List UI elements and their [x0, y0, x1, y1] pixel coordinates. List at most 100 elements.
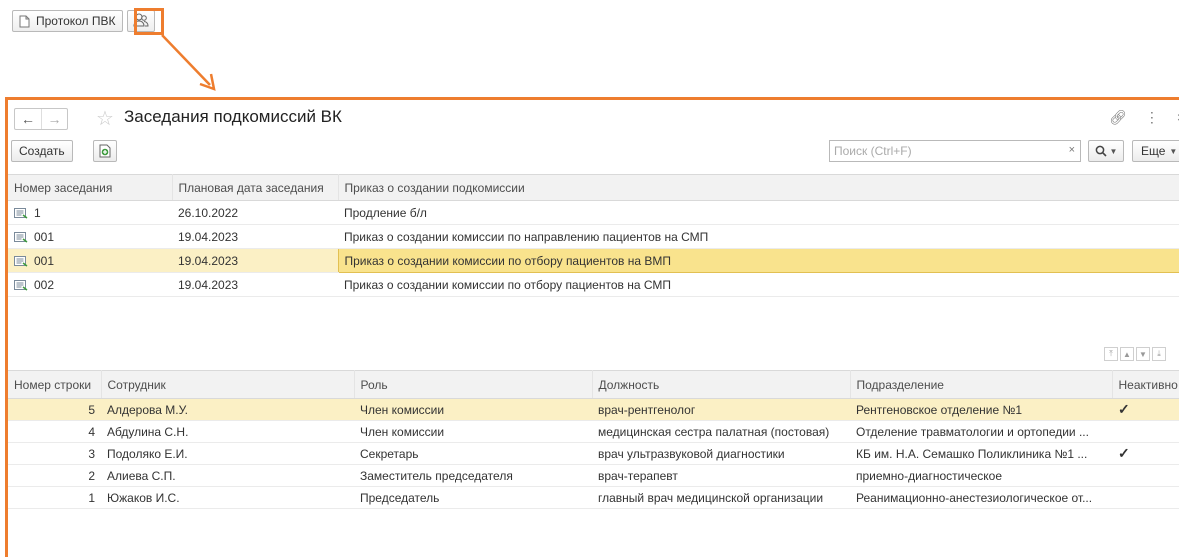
table-row[interactable]: 1 Южаков И.С. Председатель главный врач …	[8, 486, 1179, 509]
favorite-star-icon[interactable]: ☆	[96, 106, 114, 131]
line-number-cell: 2	[8, 464, 101, 487]
inactive-checkmark-icon	[1112, 420, 1179, 443]
column-header-line-number[interactable]: Номер строки	[8, 370, 102, 399]
meeting-number-cell: 001	[8, 248, 172, 273]
position-cell: главный врач медицинской организации	[592, 486, 850, 509]
more-label: Еще	[1141, 144, 1166, 158]
meeting-order-cell: Приказ о создании комиссии по отбору пац…	[338, 272, 1179, 297]
table-row[interactable]: 4 Абдулина С.Н. Член комиссии медицинска…	[8, 420, 1179, 443]
role-cell: Заместитель председателя	[354, 464, 592, 487]
meeting-date-cell: 26.10.2022	[172, 200, 338, 225]
more-button[interactable]: Еще ▼	[1132, 140, 1179, 162]
column-header-meeting-number[interactable]: Номер заседания	[8, 174, 173, 201]
document-list-icon	[14, 255, 28, 267]
role-cell: Член комиссии	[354, 420, 592, 443]
employee-cell: Абдулина С.Н.	[101, 420, 354, 443]
document-list-icon	[14, 279, 28, 291]
column-header-inactive[interactable]: Неактивно	[1112, 370, 1179, 399]
meeting-number-cell: 002	[8, 272, 172, 297]
column-header-employee[interactable]: Сотрудник	[101, 370, 355, 399]
clear-search-icon[interactable]: ×	[1069, 144, 1075, 156]
role-cell: Член комиссии	[354, 398, 592, 421]
search-icon	[1095, 145, 1107, 157]
move-to-top-icon[interactable]: ⤒	[1104, 347, 1118, 361]
position-cell: врач ультразвуковой диагностики	[592, 442, 850, 465]
line-number-cell: 5	[8, 398, 101, 421]
meeting-number-cell: 1	[8, 200, 172, 225]
meeting-order-cell: Продление б/л	[338, 200, 1179, 225]
meeting-order-cell: Приказ о создании комиссии по отбору пац…	[337, 248, 1179, 273]
document-icon	[19, 15, 30, 28]
search-button[interactable]: ▼	[1088, 140, 1124, 162]
department-cell: Рентгеновское отделение №1	[850, 398, 1112, 421]
more-chevron-icon: ▼	[1169, 146, 1178, 156]
inactive-checkmark-icon: ✓	[1112, 398, 1179, 421]
table-row[interactable]: 002 19.04.2023 Приказ о создании комисси…	[8, 272, 1179, 297]
command-bar: Создать × ▼ Еще ▼	[8, 138, 1179, 164]
table-row-selected[interactable]: 5 Алдерова М.У. Член комиссии врач-рентг…	[8, 398, 1179, 421]
move-down-icon[interactable]: ▼	[1136, 347, 1150, 361]
members-header-row: Номер строки Сотрудник Роль Должность По…	[8, 370, 1179, 399]
position-cell: врач-рентгенолог	[592, 398, 850, 421]
document-list-icon	[14, 207, 28, 219]
inactive-checkmark-icon	[1112, 486, 1179, 509]
position-cell: врач-терапевт	[592, 464, 850, 487]
inactive-checkmark-icon: ✓	[1112, 442, 1179, 465]
meeting-date-cell: 19.04.2023	[172, 248, 338, 273]
table-row[interactable]: 2 Алиева С.П. Заместитель председателя в…	[8, 464, 1179, 487]
forward-arrow-icon[interactable]: →	[41, 109, 67, 129]
meeting-date-cell: 19.04.2023	[172, 224, 338, 249]
employee-cell: Южаков И.С.	[101, 486, 354, 509]
move-up-icon[interactable]: ▲	[1120, 347, 1134, 361]
row-move-buttons: ⤒ ▲ ▼ ⤓	[1104, 347, 1166, 361]
add-document-icon	[99, 144, 111, 158]
search-field[interactable]: ×	[829, 140, 1081, 162]
search-input[interactable]	[830, 141, 1050, 161]
add-copy-button[interactable]	[93, 140, 117, 162]
kebab-menu-icon[interactable]: ⋮	[1145, 109, 1159, 126]
meeting-order-cell: Приказ о создании комиссии по направлени…	[338, 224, 1179, 249]
page-title: Заседания подкомиссий ВК	[124, 107, 342, 126]
meetings-header-row: Номер заседания Плановая дата заседания …	[8, 174, 1179, 201]
line-number-cell: 4	[8, 420, 101, 443]
column-header-position[interactable]: Должность	[592, 370, 851, 399]
department-cell: Реанимационно-анестезиологическое от...	[850, 486, 1112, 509]
highlight-frame	[134, 8, 164, 35]
role-cell: Председатель	[354, 486, 592, 509]
meeting-date-cell: 19.04.2023	[172, 272, 338, 297]
column-header-planned-date[interactable]: Плановая дата заседания	[172, 174, 339, 201]
subcommission-meetings-window: ← → ☆ Заседания подкомиссий ВК 🔗︎ ⋮ × Со…	[5, 97, 1179, 557]
table-row-selected[interactable]: 001 19.04.2023 Приказ о создании комисси…	[8, 248, 1179, 273]
create-button[interactable]: Создать	[11, 140, 73, 162]
protocol-pvk-label: Протокол ПВК	[36, 14, 116, 28]
document-list-icon	[14, 231, 28, 243]
department-cell: КБ им. Н.А. Семашко Поликлиника №1 ...	[850, 442, 1112, 465]
table-row[interactable]: 3 Подоляко Е.И. Секретарь врач ультразву…	[8, 442, 1179, 465]
chevron-down-icon: ▼	[1109, 146, 1118, 156]
navigation-buttons: ← →	[14, 108, 68, 130]
meetings-table: Номер заседания Плановая дата заседания …	[8, 174, 1179, 297]
employee-cell: Подоляко Е.И.	[101, 442, 354, 465]
table-row[interactable]: 1 26.10.2022 Продление б/л	[8, 200, 1179, 225]
title-bar: ← → ☆ Заседания подкомиссий ВК 🔗︎ ⋮ ×	[8, 100, 1179, 132]
department-cell: приемно-диагностическое	[850, 464, 1112, 487]
members-table: Номер строки Сотрудник Роль Должность По…	[8, 370, 1179, 509]
inactive-checkmark-icon	[1112, 464, 1179, 487]
column-header-order[interactable]: Приказ о создании подкомиссии	[338, 174, 1179, 201]
position-cell: медицинская сестра палатная (постовая)	[592, 420, 850, 443]
create-label: Создать	[19, 144, 65, 158]
role-cell: Секретарь	[354, 442, 592, 465]
line-number-cell: 1	[8, 486, 101, 509]
move-to-bottom-icon[interactable]: ⤓	[1152, 347, 1166, 361]
column-header-department[interactable]: Подразделение	[850, 370, 1113, 399]
meeting-number-cell: 001	[8, 224, 172, 249]
line-number-cell: 3	[8, 442, 101, 465]
employee-cell: Алдерова М.У.	[101, 398, 354, 421]
table-row[interactable]: 001 19.04.2023 Приказ о создании комисси…	[8, 224, 1179, 249]
back-arrow-icon[interactable]: ←	[15, 109, 41, 129]
column-header-role[interactable]: Роль	[354, 370, 593, 399]
protocol-pvk-button[interactable]: Протокол ПВК	[12, 10, 123, 32]
department-cell: Отделение травматологии и ортопедии ...	[850, 420, 1112, 443]
link-icon[interactable]: 🔗︎	[1109, 109, 1127, 126]
employee-cell: Алиева С.П.	[101, 464, 354, 487]
